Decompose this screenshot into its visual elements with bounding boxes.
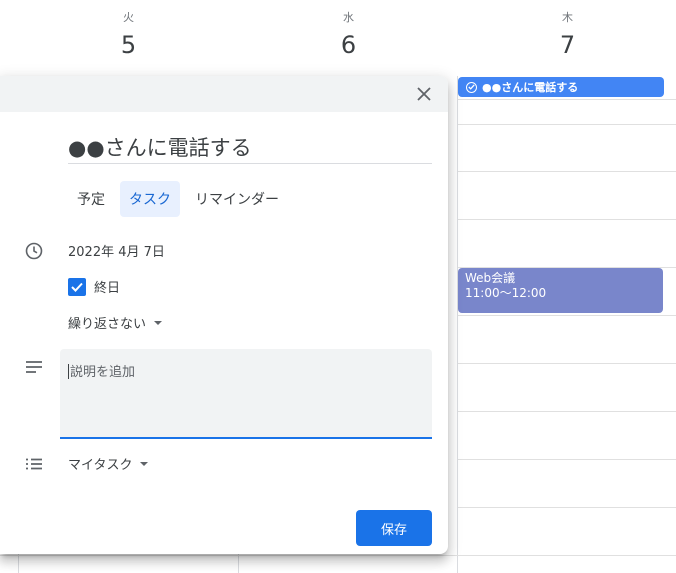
title-input[interactable]: ●●さんに電話する <box>68 134 432 164</box>
day-header-tue[interactable]: 火 5 <box>19 0 238 76</box>
tasklist-dropdown[interactable]: マイタスク <box>68 454 149 473</box>
type-tabs: 予定 タスク リマインダー <box>68 181 288 217</box>
day-of-week: 水 <box>343 11 354 24</box>
dialog-drag-header[interactable] <box>0 76 448 112</box>
hour-line <box>458 459 676 460</box>
date-selector[interactable]: 2022年 4月 7日 <box>68 241 165 260</box>
hour-line <box>458 219 676 220</box>
tab-event[interactable]: 予定 <box>68 181 114 217</box>
caret-down-icon <box>140 461 149 466</box>
task-chip[interactable]: ●●さんに電話する <box>458 77 664 97</box>
hour-line <box>458 411 676 412</box>
text-cursor <box>68 364 69 379</box>
clock-icon <box>24 241 44 261</box>
checkbox-checked-icon[interactable] <box>68 277 86 296</box>
hour-line <box>458 507 676 508</box>
hour-line <box>458 124 676 125</box>
task-chip-label: ●●さんに電話する <box>482 81 579 94</box>
repeat-value: 繰り返さない <box>68 317 147 332</box>
repeat-dropdown[interactable]: 繰り返さない <box>68 313 163 332</box>
tab-task[interactable]: タスク <box>120 181 180 217</box>
event-time: 11:00～12:00 <box>465 286 547 300</box>
tasklist-value: マイタスク <box>68 458 133 473</box>
close-button[interactable] <box>412 82 436 106</box>
hour-line <box>458 363 676 364</box>
allday-divider <box>458 99 676 100</box>
tab-reminder[interactable]: リマインダー <box>186 181 288 217</box>
allday-label: 終日 <box>94 281 121 296</box>
task-dialog: ●●さんに電話する 予定 タスク リマインダー 2022年 4月 7日 終日 繰… <box>0 76 448 554</box>
day-header-thu[interactable]: 木 7 <box>458 0 676 76</box>
hour-line <box>458 315 676 316</box>
hour-line <box>458 171 676 172</box>
day-of-week: 火 <box>123 11 134 24</box>
notes-icon <box>24 357 44 377</box>
check-circle-icon <box>466 81 477 93</box>
event-title: Web会議 <box>465 271 516 285</box>
hour-line <box>458 555 676 556</box>
save-button[interactable]: 保存 <box>356 510 432 546</box>
day-number[interactable]: 7 <box>458 31 676 59</box>
caret-down-icon <box>154 320 163 325</box>
day-number[interactable]: 5 <box>19 31 238 59</box>
list-icon <box>24 454 44 474</box>
day-number[interactable]: 6 <box>239 31 458 59</box>
event-chip[interactable]: Web会議 11:00～12:00 <box>458 268 663 313</box>
description-input[interactable]: 説明を追加 <box>60 349 432 439</box>
day-of-week: 木 <box>562 11 573 24</box>
column-divider <box>457 76 458 573</box>
day-header-wed[interactable]: 水 6 <box>239 0 458 76</box>
description-placeholder: 説明を追加 <box>70 365 136 380</box>
close-icon <box>417 87 431 101</box>
hour-line <box>0 555 458 556</box>
allday-toggle[interactable]: 終日 <box>68 277 120 296</box>
